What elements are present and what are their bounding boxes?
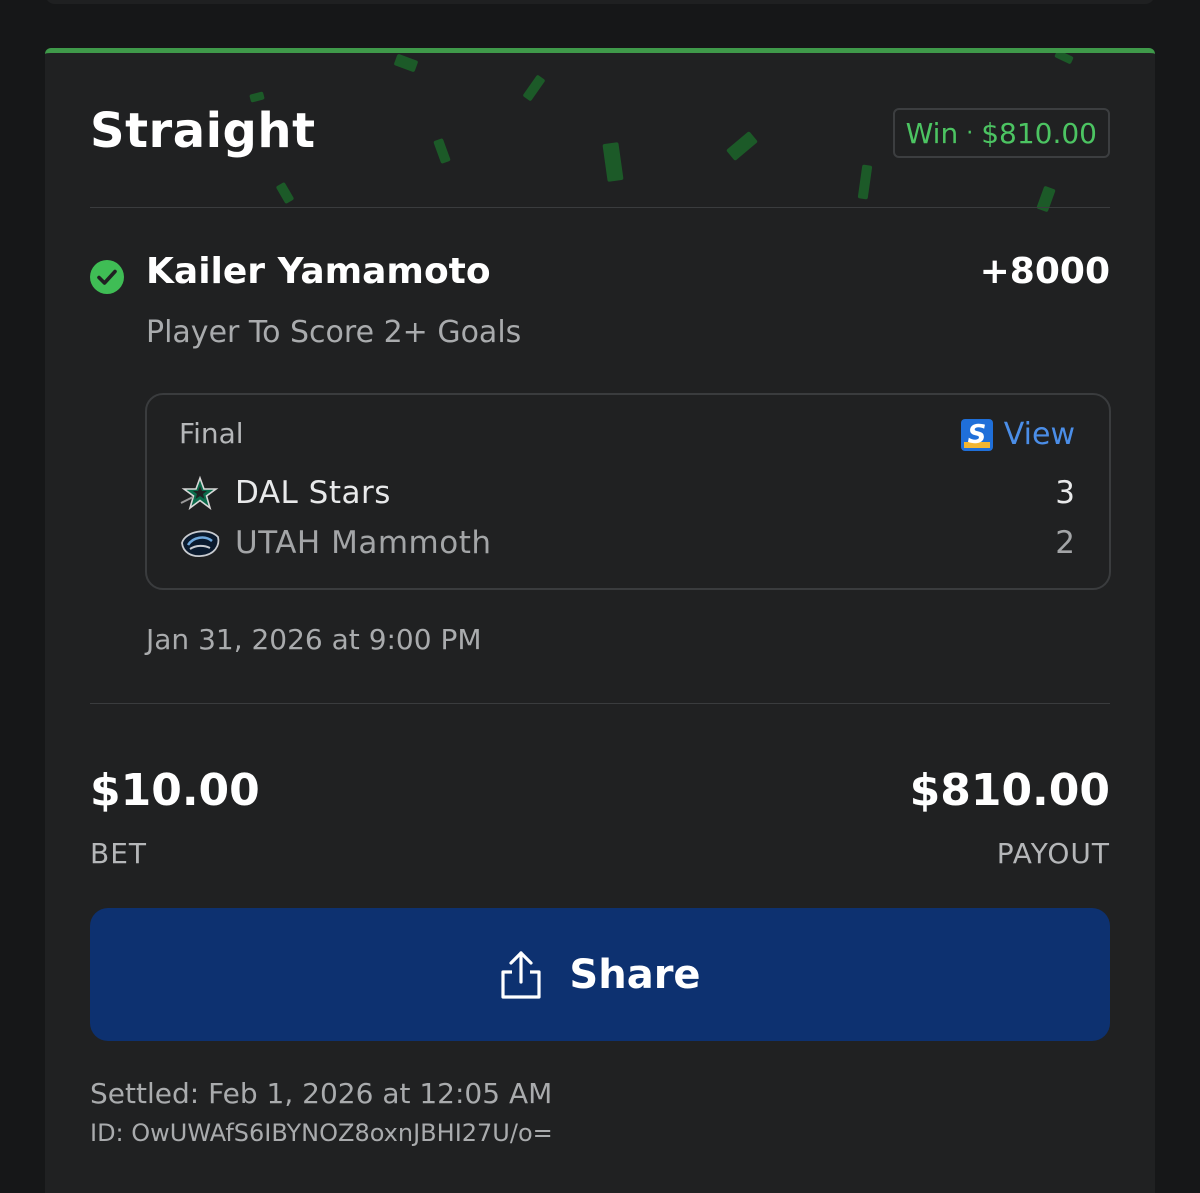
team-row-home: DAL Stars 3 (179, 473, 1075, 513)
payout-amount: $810.00 (909, 765, 1110, 816)
game-score-box: Final S View DAL Stars 3 UTAH Mammoth 2 (145, 393, 1111, 590)
summary-divider (90, 703, 1110, 704)
settled-timestamp: Settled: Feb 1, 2026 at 12:05 AM (90, 1077, 553, 1110)
bet-odds: +8000 (979, 251, 1110, 292)
team-score: 3 (1055, 475, 1075, 511)
win-status-badge: Win · $810.00 (892, 108, 1110, 158)
dallas-stars-logo-icon (180, 475, 219, 511)
market-description: Player To Score 2+ Goals (146, 315, 522, 350)
team-score: 2 (1055, 525, 1075, 561)
share-label: Share (569, 951, 701, 998)
bet-amount: $10.00 (90, 765, 260, 816)
bet-type-title: Straight (90, 103, 316, 159)
svg-text:S: S (967, 420, 986, 450)
team-name: UTAH Mammoth (235, 525, 492, 561)
payout-amount-label: PAYOUT (996, 837, 1110, 870)
game-start-time: Jan 31, 2026 at 9:00 PM (146, 623, 482, 656)
game-status: Final (179, 417, 244, 450)
share-icon (501, 950, 542, 999)
team-name: DAL Stars (235, 475, 391, 511)
bet-id: ID: OwUWAfS6IBYNOZ8oxnJBHI27U/o= (90, 1119, 553, 1147)
player-name: Kailer Yamamoto (146, 251, 491, 292)
bet-card: Straight Win · $810.00 Kailer Yamamoto +… (45, 48, 1155, 1193)
share-button[interactable]: Share (90, 908, 1110, 1041)
win-amount: $810.00 (981, 116, 1097, 150)
view-label: View (1003, 417, 1075, 452)
view-game-link[interactable]: S View (960, 417, 1075, 452)
utah-mammoth-logo-icon (181, 530, 220, 557)
sportsbook-s-icon: S (960, 418, 993, 451)
check-circle-icon (90, 260, 124, 294)
team-row-away: UTAH Mammoth 2 (179, 523, 1075, 563)
bet-amount-label: BET (90, 837, 148, 870)
header-divider (90, 207, 1110, 208)
previous-card-edge (45, 0, 1155, 4)
win-status-label: Win (905, 116, 959, 150)
win-separator: · (966, 120, 974, 146)
